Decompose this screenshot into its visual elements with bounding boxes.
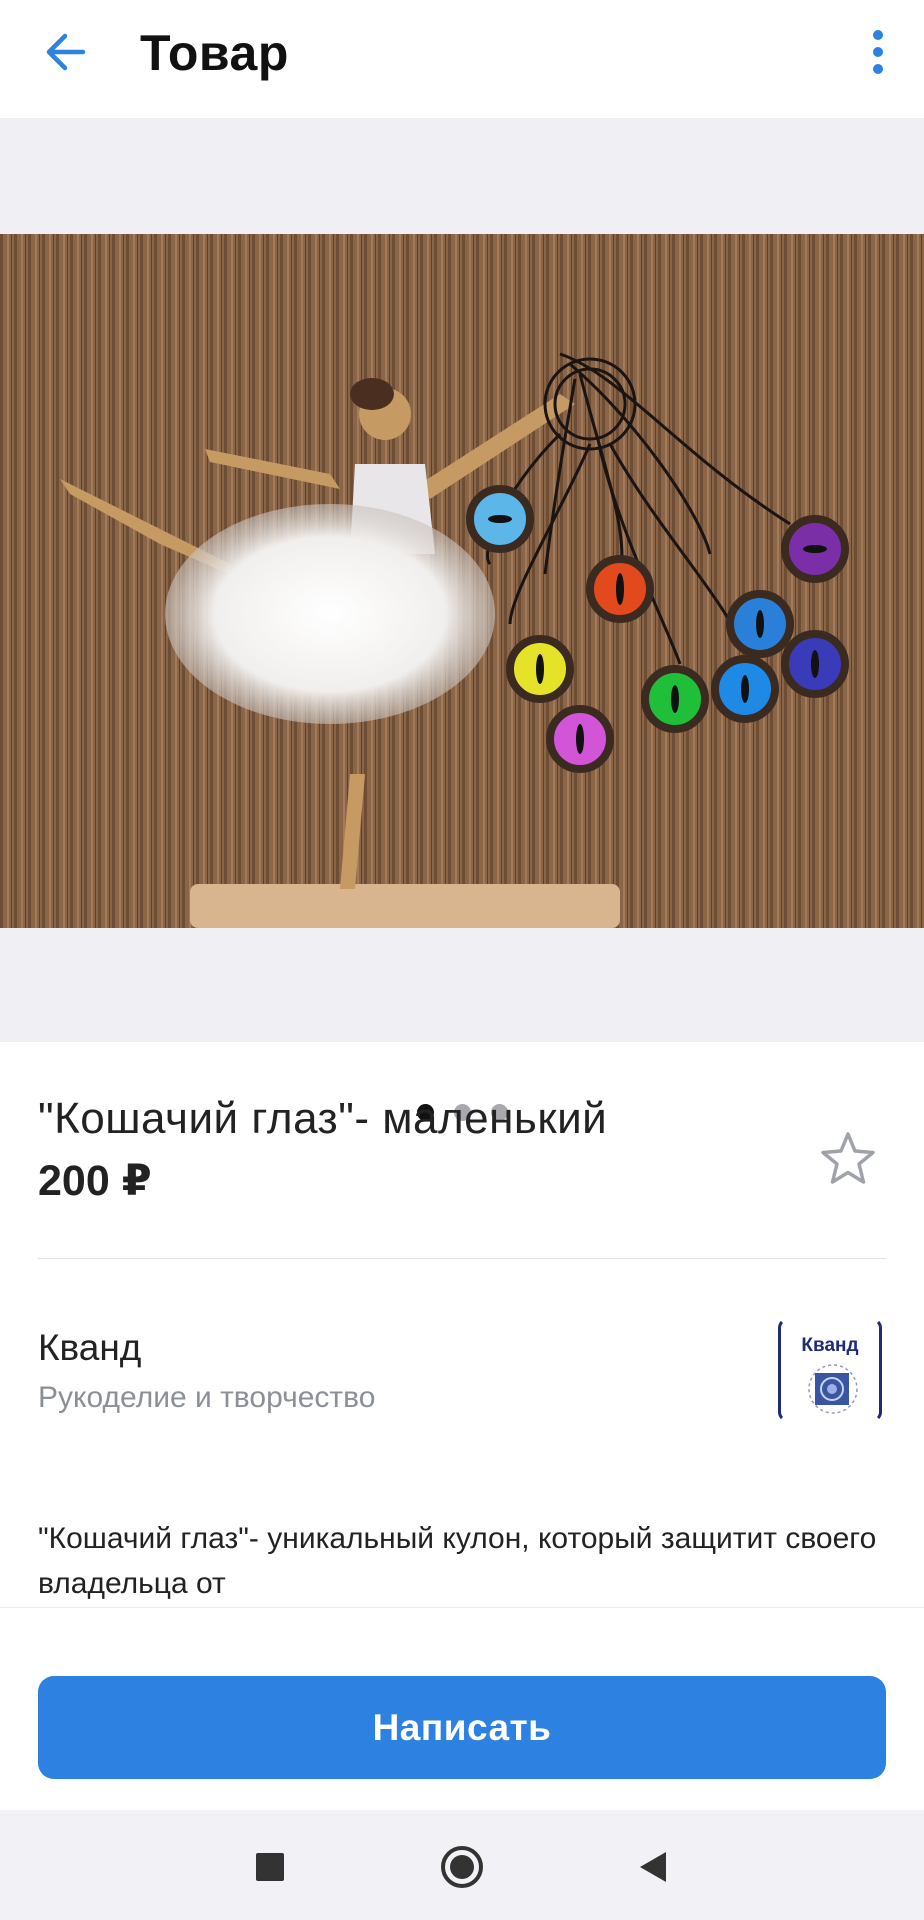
arrow-left-icon	[46, 33, 86, 71]
more-vertical-icon	[873, 30, 883, 74]
system-back-button[interactable]	[618, 1832, 688, 1902]
page-title: Товар	[140, 25, 289, 81]
shop-name[interactable]: Кванд	[38, 1327, 141, 1369]
shop-logo[interactable]: Кванд	[778, 1318, 882, 1422]
product-description: "Кошачий глаз"- уникальный кулон, которы…	[38, 1522, 877, 1600]
product-name: "Кошачий глаз"- маленький	[38, 1094, 608, 1143]
back-button[interactable]	[36, 22, 96, 82]
mandala-icon	[808, 1364, 858, 1414]
app-header: Товар	[0, 0, 924, 118]
favorite-button[interactable]	[812, 1123, 884, 1195]
product-price: 200 ₽	[38, 1157, 152, 1205]
product-photo[interactable]	[0, 234, 924, 1044]
product-gallery[interactable]	[0, 118, 924, 1121]
section-divider	[38, 1258, 886, 1259]
more-options-button[interactable]	[848, 22, 908, 82]
star-outline-icon	[821, 1132, 875, 1184]
home-button[interactable]	[427, 1832, 497, 1902]
shop-category: Рукоделие и творчество	[38, 1381, 376, 1414]
square-icon	[256, 1853, 284, 1881]
circle-home-icon	[441, 1846, 483, 1888]
description-bottom-divider	[0, 1607, 924, 1608]
system-navigation-bar	[0, 1810, 924, 1920]
write-message-button[interactable]: Написать	[38, 1676, 886, 1779]
recent-apps-button[interactable]	[235, 1832, 305, 1902]
triangle-back-icon	[640, 1852, 666, 1882]
